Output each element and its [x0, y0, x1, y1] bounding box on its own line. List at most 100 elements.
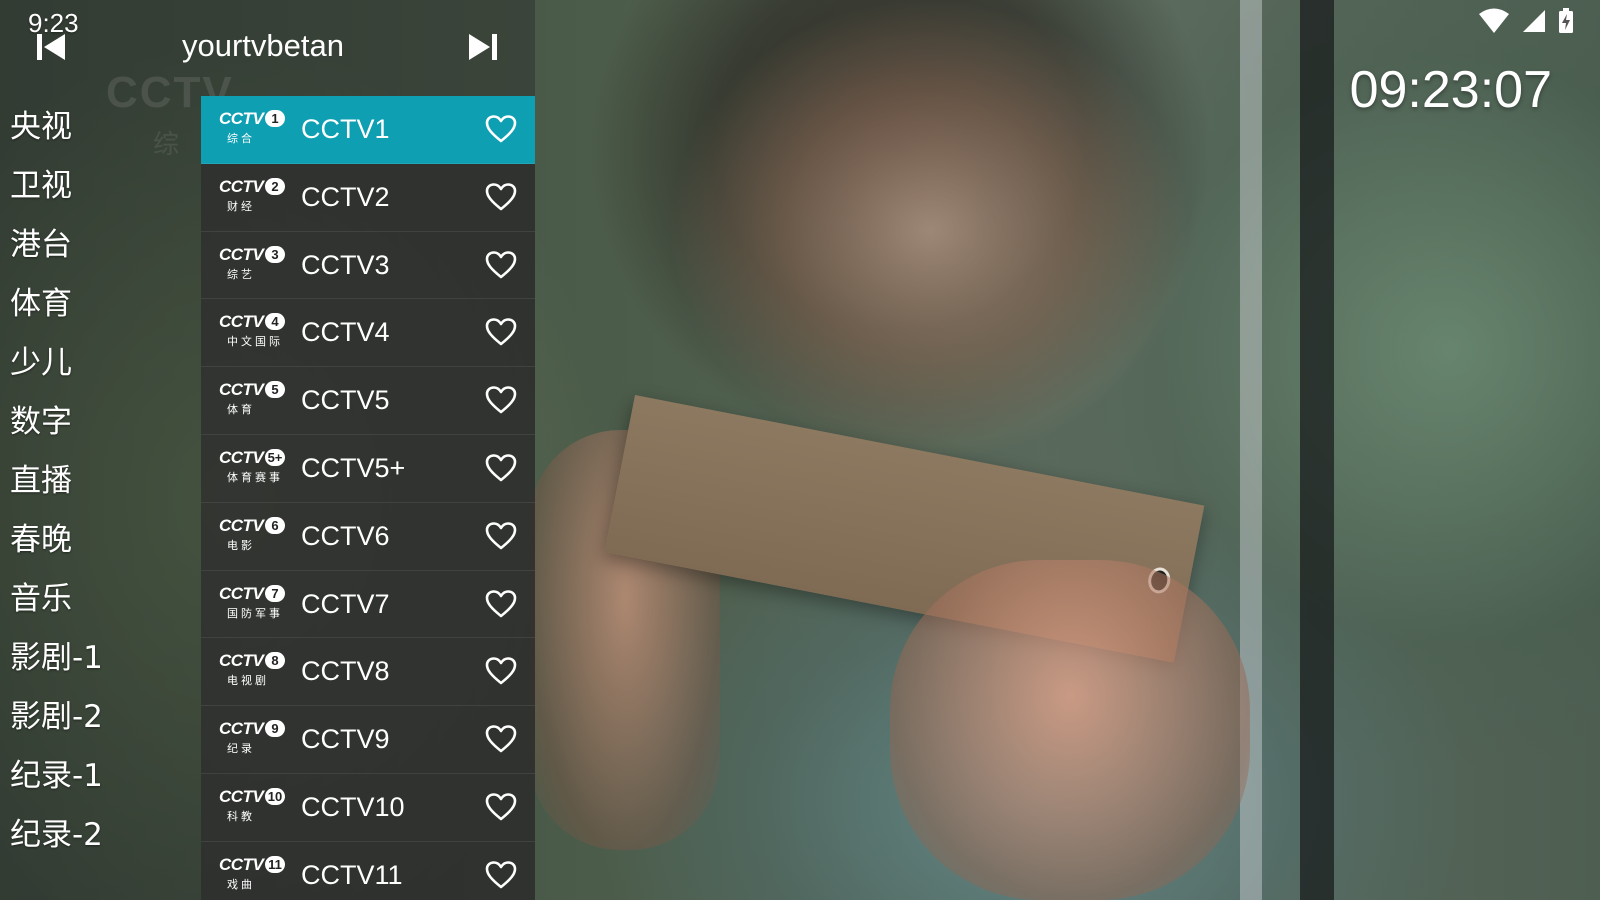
channel-logo-number: 3: [265, 245, 285, 263]
channel-list: CCTV 1 综合 CCTV1 CCTV 2 财经 CCTV2 CCTV 3 综艺 CCTV3 CCTV…: [201, 96, 535, 900]
channel-logo-subtitle: 财经: [227, 199, 255, 213]
channel-logo: CCTV 9 纪录: [219, 720, 287, 758]
battery-charging-icon: [1559, 8, 1573, 33]
channel-logo-number: 2: [265, 177, 285, 195]
channel-logo-text: CCTV: [219, 312, 264, 332]
channel-logo-number: 5+: [265, 448, 285, 466]
channel-row[interactable]: CCTV 7 国防军事 CCTV7: [201, 570, 535, 639]
channel-row[interactable]: CCTV 8 电视剧 CCTV8: [201, 638, 535, 707]
channel-name: CCTV10: [301, 791, 405, 822]
status-icons: [1478, 8, 1574, 34]
channel-logo-subtitle: 体育赛事: [227, 470, 283, 484]
channel-name: CCTV9: [301, 724, 390, 755]
channel-name: CCTV5: [301, 385, 390, 416]
channel-logo-text: CCTV: [219, 854, 264, 874]
channel-logo-number: 6: [265, 516, 285, 534]
channel-row[interactable]: CCTV 5+ 体育赛事 CCTV5+: [201, 434, 535, 503]
channel-logo: CCTV 5+ 体育赛事: [219, 448, 287, 487]
channel-logo-number: 4: [265, 313, 285, 331]
channel-row[interactable]: CCTV 2 财经 CCTV2: [201, 163, 535, 232]
channel-name: CCTV8: [301, 656, 390, 687]
category-item[interactable]: 纪录-2: [0, 806, 200, 865]
channel-logo: CCTV 8 电视剧: [219, 652, 287, 690]
category-item[interactable]: 影剧-2: [0, 688, 200, 747]
channel-logo-text: CCTV: [219, 176, 264, 196]
channel-logo: CCTV 11 戏曲: [219, 854, 287, 894]
category-item[interactable]: 直播: [0, 452, 200, 511]
channel-logo-subtitle: 电视剧: [227, 674, 269, 688]
channel-row[interactable]: CCTV 6 电影 CCTV6: [201, 502, 535, 571]
channel-logo-subtitle: 综艺: [227, 267, 255, 281]
channel-logo: CCTV 7 国防军事: [219, 583, 287, 623]
channel-logo-subtitle: 戏曲: [227, 877, 255, 891]
channel-logo: CCTV 4 中文国际: [219, 313, 287, 351]
channel-logo-text: CCTV: [219, 583, 264, 603]
channel-logo-text: CCTV: [219, 380, 264, 400]
heart-icon[interactable]: [485, 656, 517, 686]
category-item[interactable]: 数字: [0, 393, 200, 452]
heart-icon[interactable]: [485, 792, 517, 822]
tv-player-screen: CCTV 综 9:23 yourtvbetan 央视 卫视 港台 体育 少儿 数…: [0, 0, 1600, 900]
channel-logo-subtitle: 电影: [227, 538, 255, 552]
channel-row[interactable]: CCTV 3 综艺 CCTV3: [201, 231, 535, 300]
channel-logo-subtitle: 国防军事: [227, 606, 283, 620]
channel-name: CCTV5+: [301, 452, 406, 483]
category-item[interactable]: 卫视: [0, 157, 200, 216]
channel-logo-subtitle: 中文国际: [227, 335, 283, 349]
category-item[interactable]: 体育: [0, 275, 200, 334]
channel-logo-subtitle: 科教: [227, 809, 255, 823]
heart-icon[interactable]: [485, 317, 517, 347]
channel-name: CCTV3: [301, 249, 390, 280]
category-item[interactable]: 音乐: [0, 570, 200, 629]
source-title[interactable]: yourtvbetan: [182, 28, 344, 64]
channel-logo-text: CCTV: [219, 719, 264, 739]
skip-next-icon[interactable]: [466, 30, 500, 64]
channel-logo: CCTV 3 综艺: [219, 245, 287, 284]
channel-row[interactable]: CCTV 11 戏曲 CCTV11: [201, 841, 535, 900]
channel-logo-subtitle: 纪录: [227, 742, 255, 756]
channel-logo: CCTV 10 科教: [219, 786, 287, 826]
channel-logo-text: CCTV: [219, 515, 264, 535]
heart-icon[interactable]: [485, 860, 517, 890]
heart-icon[interactable]: [485, 114, 517, 144]
category-item[interactable]: 少儿: [0, 334, 200, 393]
channel-logo-subtitle: 体育: [227, 403, 255, 417]
cellular-signal-icon: [1523, 10, 1545, 32]
channel-logo-subtitle: 综合: [227, 132, 255, 145]
heart-icon[interactable]: [485, 250, 517, 280]
category-item[interactable]: 春晚: [0, 511, 200, 570]
category-item[interactable]: 纪录-1: [0, 747, 200, 806]
channel-row[interactable]: CCTV 5 体育 CCTV5: [201, 367, 535, 435]
channel-logo-number: 11: [265, 855, 285, 873]
skip-previous-icon[interactable]: [34, 30, 68, 64]
heart-icon[interactable]: [485, 521, 517, 551]
heart-icon[interactable]: [485, 182, 517, 212]
heart-icon[interactable]: [485, 724, 517, 754]
heart-icon[interactable]: [485, 589, 517, 619]
channel-logo-number: 9: [265, 720, 285, 738]
heart-icon[interactable]: [485, 385, 517, 415]
channel-logo: CCTV 6 电影: [219, 515, 287, 555]
channel-logo-text: CCTV: [219, 109, 264, 128]
channel-row[interactable]: CCTV 1 综合 CCTV1: [201, 96, 535, 164]
channel-row[interactable]: CCTV 4 中文国际 CCTV4: [201, 299, 535, 368]
channel-logo-number: 1: [265, 110, 285, 127]
channel-name: CCTV11: [301, 859, 403, 890]
channel-logo: CCTV 1 综合: [219, 110, 287, 148]
channel-logo: CCTV 5 体育: [219, 381, 287, 419]
wifi-icon: [1479, 8, 1509, 33]
category-item[interactable]: 港台: [0, 216, 200, 275]
channel-logo-text: CCTV: [219, 786, 264, 806]
channel-logo-number: 5: [265, 381, 285, 399]
channel-name: CCTV2: [301, 181, 390, 212]
channel-row[interactable]: CCTV 9 纪录 CCTV9: [201, 706, 535, 774]
channel-menu-header: yourtvbetan: [0, 0, 535, 96]
channel-name: CCTV1: [301, 114, 390, 144]
heart-icon[interactable]: [485, 453, 517, 483]
channel-row[interactable]: CCTV 10 科教 CCTV10: [201, 773, 535, 842]
category-item[interactable]: 央视: [0, 98, 200, 157]
category-item[interactable]: 影剧-1: [0, 629, 200, 688]
window-shadow-decor: [1300, 0, 1334, 900]
channel-name: CCTV6: [301, 520, 390, 551]
channel-logo: CCTV 2 财经: [219, 176, 287, 216]
